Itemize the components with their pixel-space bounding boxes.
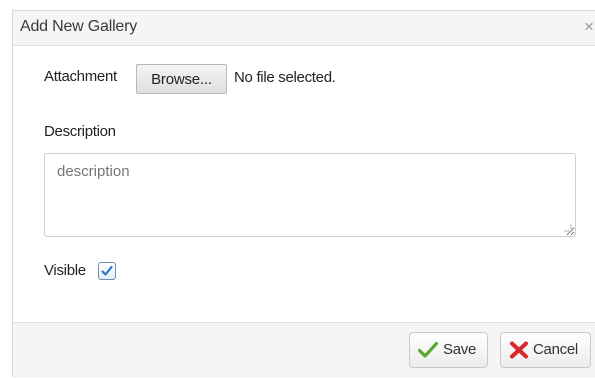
red-x-icon [510, 341, 528, 359]
description-textarea[interactable] [44, 153, 576, 237]
dialog-title: Add New Gallery [20, 18, 138, 35]
green-check-icon [418, 341, 438, 358]
checkmark-icon [101, 265, 113, 276]
browse-button[interactable]: Browse... [136, 64, 227, 94]
visible-label: Visible [44, 262, 86, 279]
file-status-text: No file selected. [234, 69, 336, 86]
visible-checkbox[interactable] [98, 262, 116, 280]
dialog-footer: Save Cancel [13, 322, 595, 378]
cancel-button[interactable]: Cancel [500, 332, 591, 368]
add-gallery-dialog: Add New Gallery × Attachment Browse... N… [12, 10, 595, 378]
save-button[interactable]: Save [409, 332, 488, 368]
close-icon[interactable]: × [584, 17, 594, 37]
description-label: Description [44, 123, 116, 140]
dialog-body: Attachment Browse... No file selected. D… [13, 46, 595, 322]
dialog-header: Add New Gallery × [13, 11, 595, 46]
attachment-label: Attachment [44, 68, 117, 85]
resize-grip-icon[interactable] [564, 224, 573, 233]
save-label: Save [443, 341, 476, 358]
cancel-label: Cancel [533, 341, 578, 358]
